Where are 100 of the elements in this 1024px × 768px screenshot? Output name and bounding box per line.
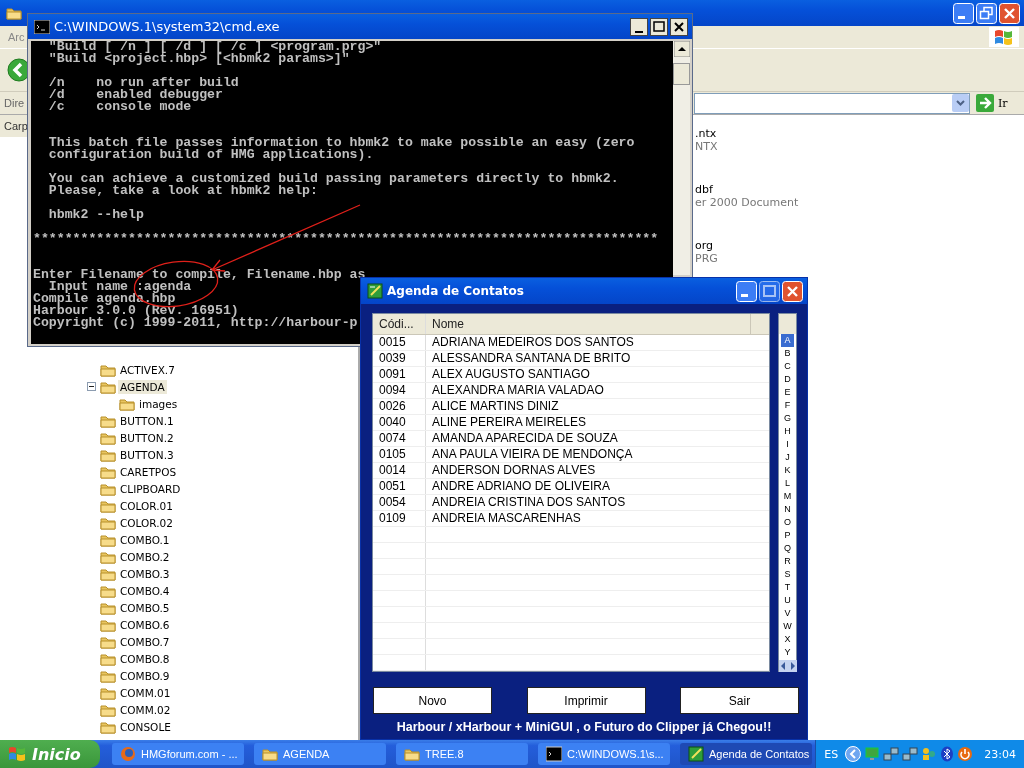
action-button[interactable]: Sair: [680, 687, 799, 714]
letter-tab[interactable]: E: [781, 386, 794, 399]
letter-tab[interactable]: T: [781, 581, 794, 594]
globe-icon: [120, 746, 136, 762]
action-button[interactable]: Novo: [373, 687, 492, 714]
scroll-left-icon[interactable]: [778, 660, 788, 672]
console-line: Harbour 3.0.0 (Rev. 16951): [33, 305, 239, 317]
letter-tab[interactable]: U: [781, 594, 794, 607]
power-icon[interactable]: [957, 746, 974, 762]
folder-item[interactable]: COMBO.2: [118, 549, 172, 564]
folder-item[interactable]: COLOR.02: [118, 515, 175, 530]
letter-tab[interactable]: G: [781, 412, 794, 425]
file-name[interactable]: org: [695, 239, 1024, 252]
letter-tab[interactable]: B: [781, 347, 794, 360]
letter-tab[interactable]: P: [781, 529, 794, 542]
folder-item[interactable]: CARETPOS: [118, 464, 179, 479]
folder-item[interactable]: BUTTON.1: [118, 413, 176, 428]
folder-item[interactable]: ACTIVEX.7: [118, 362, 177, 377]
letter-tab[interactable]: S: [781, 568, 794, 581]
bluetooth-icon[interactable]: [940, 746, 955, 762]
address-label: Dire: [4, 97, 26, 109]
file-name[interactable]: .ntx: [695, 127, 1024, 140]
folder-item[interactable]: COMBO.9: [118, 668, 172, 683]
folder-item[interactable]: CLIPBOARD: [118, 481, 183, 496]
file-name[interactable]: dbf: [695, 183, 1024, 196]
go-button[interactable]: Ir: [976, 93, 1024, 113]
taskbar-button[interactable]: AGENDA: [254, 743, 386, 765]
scrollbar[interactable]: [673, 41, 690, 275]
letter-tab[interactable]: O: [781, 516, 794, 529]
folder-item[interactable]: COMM.02: [118, 702, 173, 717]
table-cell-text: ALICE MARTINS DINIZ: [431, 399, 560, 414]
folder-item[interactable]: COMBO.7: [118, 634, 172, 649]
folder-item[interactable]: COMBO.3: [118, 566, 172, 581]
folder-item[interactable]: COLOR.01: [118, 498, 175, 513]
letter-tab[interactable]: V: [781, 607, 794, 620]
taskbar-button[interactable]: Agenda de Contatos: [680, 743, 812, 765]
letter-tab[interactable]: W: [781, 620, 794, 633]
table-cell-text: ANA PAULA VIEIRA DE MENDONÇA: [431, 447, 634, 462]
letter-tab[interactable]: I: [781, 438, 794, 451]
taskbar-button[interactable]: HMGforum.com - ...: [112, 743, 244, 765]
letter-tab[interactable]: N: [781, 503, 794, 516]
network-icon[interactable]: [883, 746, 900, 762]
table-cell: 0074: [373, 431, 426, 446]
letter-tab[interactable]: J: [781, 451, 794, 464]
folder-item[interactable]: AGENDA: [118, 379, 167, 394]
table-cell-text: ANDREIA CRISTINA DOS SANTOS: [431, 495, 627, 510]
console-icon: [34, 19, 50, 34]
collapse-icon[interactable]: [87, 382, 96, 391]
file-type: er 2000 Document: [695, 196, 800, 209]
taskbar-button[interactable]: TREE.8: [396, 743, 528, 765]
letter-tab[interactable]: C: [781, 360, 794, 373]
letter-tab[interactable]: R: [781, 555, 794, 568]
notebook-icon: [688, 746, 704, 762]
clock: 23:04: [984, 747, 1016, 761]
column-header[interactable]: Códi...: [373, 314, 426, 334]
folder-item[interactable]: images: [137, 396, 180, 411]
letter-tab[interactable]: K: [781, 464, 794, 477]
scroll-thumb[interactable]: [673, 63, 690, 85]
language-indicator[interactable]: ES: [824, 747, 839, 761]
console-line: You can achieve a customized build passing parameters directly to hbmk2.: [47, 173, 619, 185]
minimize-icon[interactable]: [630, 17, 648, 36]
network-icon[interactable]: [902, 746, 919, 762]
letter-tab[interactable]: A: [781, 334, 794, 347]
folder-item[interactable]: CONSOLE: [118, 719, 173, 734]
windows-logo-icon: [8, 746, 26, 762]
table-cell: 0094: [373, 383, 426, 398]
table-cell: 0054: [373, 495, 426, 510]
letter-tab[interactable]: F: [781, 399, 794, 412]
column-header[interactable]: Nome: [426, 314, 750, 334]
console-line: /d enabled debugger: [47, 89, 223, 101]
action-button[interactable]: Imprimir: [526, 687, 646, 714]
address-field[interactable]: [694, 92, 970, 114]
scroll-right-icon[interactable]: [787, 660, 797, 672]
letter-tab[interactable]: Y: [781, 646, 794, 659]
folder-item[interactable]: BUTTON.2: [118, 430, 176, 445]
table-cell-text: ALEX AUGUSTO SANTIAGO: [431, 367, 591, 382]
taskbar-button[interactable]: C:\WINDOWS.1\s...: [538, 743, 670, 765]
letter-tab[interactable]: D: [781, 373, 794, 386]
window-title: Agenda de Contatos: [387, 284, 524, 298]
folder-item[interactable]: COMM.01: [118, 685, 173, 700]
letter-tab[interactable]: L: [781, 477, 794, 490]
close-icon[interactable]: [670, 17, 688, 36]
folder-item[interactable]: COMBO.5: [118, 600, 172, 615]
letter-tab[interactable]: X: [781, 633, 794, 646]
folder-item[interactable]: BUTTON.3: [118, 447, 176, 462]
maximize-icon[interactable]: [650, 17, 668, 36]
folder-item[interactable]: COMBO.6: [118, 617, 172, 632]
folder-item[interactable]: COMBO.4: [118, 583, 172, 598]
scroll-up-icon[interactable]: [673, 41, 690, 57]
chevron-left-icon[interactable]: [845, 746, 862, 762]
folder-icon: [6, 5, 22, 21]
arrow-right-icon: [976, 94, 994, 112]
table-cell: 0051: [373, 479, 426, 494]
folder-item[interactable]: COMBO.8: [118, 651, 172, 666]
folder-item[interactable]: COMBO.1: [118, 532, 172, 547]
letter-tab[interactable]: M: [781, 490, 794, 503]
console-line: "Build [ /n ] [ /d ] [ /c ] <program.prg>": [47, 41, 382, 53]
letter-tab[interactable]: Q: [781, 542, 794, 555]
restore-icon[interactable]: [976, 2, 997, 24]
letter-tab[interactable]: H: [781, 425, 794, 438]
